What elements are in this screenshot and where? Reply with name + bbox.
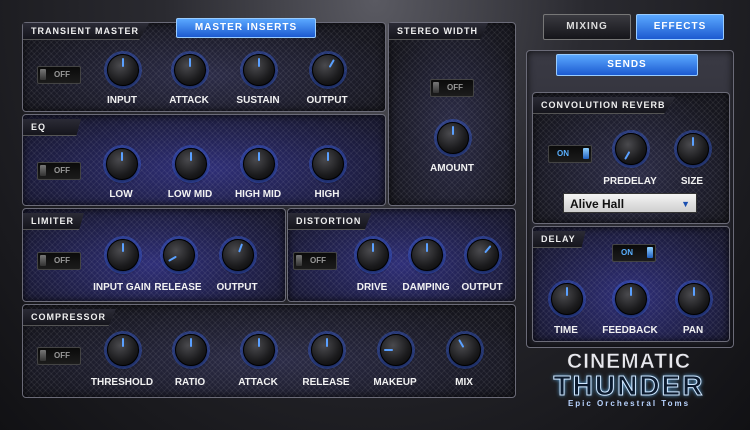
- toggle-switch: [40, 255, 46, 266]
- knob-label-sustain: SUSTAIN: [236, 95, 280, 106]
- eq-title: EQ: [23, 119, 81, 136]
- toggle-switch: [433, 82, 439, 93]
- toggle-switch: [40, 165, 46, 176]
- plugin-window: MIXING EFFECTS TRANSIENT MASTER MASTER I…: [0, 0, 750, 430]
- distortion-title: DISTORTION: [288, 213, 372, 230]
- toggle-switch: [583, 148, 589, 159]
- sends-button[interactable]: SENDS: [556, 54, 698, 76]
- stereo-width-title: STEREO WIDTH: [389, 23, 488, 40]
- knob-label-amount: AMOUNT: [430, 163, 474, 174]
- knob-sustain[interactable]: [243, 54, 275, 86]
- knob-label-distortion-output: OUTPUT: [461, 282, 503, 293]
- knob-threshold[interactable]: [107, 334, 139, 366]
- knob-mix[interactable]: [449, 334, 481, 366]
- delay-title: DELAY: [533, 231, 586, 248]
- knob-label-makeup: MAKEUP: [373, 377, 417, 388]
- knob-low-mid[interactable]: [175, 148, 207, 180]
- toggle-label: OFF: [310, 256, 326, 265]
- knob-label-pan: PAN: [682, 325, 704, 336]
- knob-ratio[interactable]: [175, 334, 207, 366]
- convolution-reverb-toggle[interactable]: ON: [548, 145, 592, 163]
- toggle-label: OFF: [54, 256, 70, 265]
- logo-line-2: THUNDER: [553, 370, 705, 402]
- convolution-reverb-title: CONVOLUTION REVERB: [533, 97, 676, 114]
- toggle-switch: [40, 350, 46, 361]
- knob-makeup[interactable]: [380, 334, 412, 366]
- transient-master-toggle[interactable]: OFF: [37, 66, 81, 84]
- dropdown-arrow-icon: ▼: [681, 199, 690, 209]
- transient-master-title: TRANSIENT MASTER: [23, 23, 149, 40]
- knob-input-gain[interactable]: [107, 239, 139, 271]
- tab-effects[interactable]: EFFECTS: [636, 14, 724, 40]
- knob-comp-release[interactable]: [311, 334, 343, 366]
- knob-label-attack: ATTACK: [169, 95, 209, 106]
- knob-high-mid[interactable]: [243, 148, 275, 180]
- distortion-toggle[interactable]: OFF: [293, 252, 337, 270]
- knob-limiter-release[interactable]: [163, 239, 195, 271]
- limiter-title: LIMITER: [23, 213, 84, 230]
- knob-label-high-mid: HIGH MID: [234, 189, 282, 200]
- delay-toggle[interactable]: ON: [612, 244, 656, 262]
- knob-high[interactable]: [312, 148, 344, 180]
- knob-drive[interactable]: [357, 239, 389, 271]
- knob-feedback[interactable]: [615, 283, 647, 315]
- reverb-preset-dropdown[interactable]: Alive Hall ▼: [563, 193, 697, 213]
- knob-comp-attack[interactable]: [243, 334, 275, 366]
- knob-label-high: HIGH: [314, 189, 340, 200]
- toggle-label: ON: [557, 149, 569, 158]
- knob-label-low: LOW: [109, 189, 133, 200]
- eq-toggle[interactable]: OFF: [37, 162, 81, 180]
- knob-label-limiter-output: OUTPUT: [216, 282, 258, 293]
- limiter-toggle[interactable]: OFF: [37, 252, 81, 270]
- knob-label-output: OUTPUT: [306, 95, 348, 106]
- knob-predelay[interactable]: [615, 133, 647, 165]
- knob-amount[interactable]: [437, 122, 469, 154]
- toggle-label: OFF: [447, 83, 463, 92]
- knob-label-size: SIZE: [680, 176, 704, 187]
- toggle-label: OFF: [54, 351, 70, 360]
- stereo-width-toggle[interactable]: OFF: [430, 79, 474, 97]
- compressor-toggle[interactable]: OFF: [37, 347, 81, 365]
- knob-label-comp-release: RELEASE: [302, 377, 350, 388]
- reverb-preset-value: Alive Hall: [570, 197, 625, 211]
- toggle-label: OFF: [54, 166, 70, 175]
- knob-time[interactable]: [551, 283, 583, 315]
- knob-attack[interactable]: [174, 54, 206, 86]
- stereo-width-panel: STEREO WIDTH: [388, 22, 516, 206]
- tab-mixing[interactable]: MIXING: [543, 14, 631, 40]
- knob-pan[interactable]: [678, 283, 710, 315]
- knob-distortion-output[interactable]: [467, 239, 499, 271]
- knob-size[interactable]: [677, 133, 709, 165]
- knob-input[interactable]: [107, 54, 139, 86]
- toggle-label: OFF: [54, 70, 70, 79]
- toggle-switch: [647, 247, 653, 258]
- toggle-switch: [296, 255, 302, 266]
- knob-low[interactable]: [106, 148, 138, 180]
- knob-limiter-output[interactable]: [222, 239, 254, 271]
- toggle-switch: [40, 69, 46, 80]
- brand-logo: CINEMATIC THUNDER Epic Orchestral Toms: [526, 350, 732, 408]
- knob-output[interactable]: [312, 54, 344, 86]
- compressor-title: COMPRESSOR: [23, 309, 117, 326]
- master-inserts-button[interactable]: MASTER INSERTS: [176, 18, 316, 38]
- toggle-label: ON: [621, 248, 633, 257]
- knob-label-mix: MIX: [455, 377, 473, 388]
- knob-damping[interactable]: [411, 239, 443, 271]
